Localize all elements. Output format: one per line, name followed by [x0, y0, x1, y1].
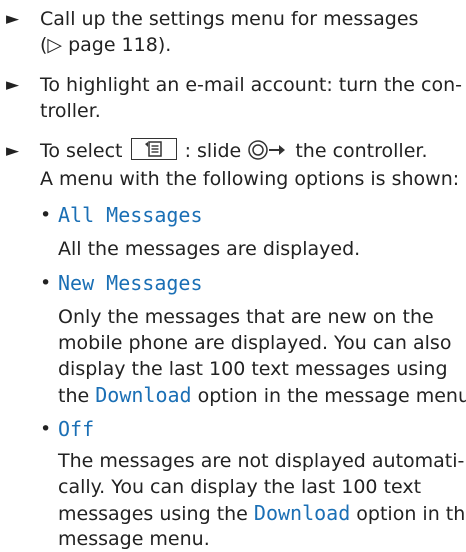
- message-list-key-icon: [130, 138, 177, 160]
- option-bullet: •: [40, 418, 52, 440]
- option-bullet: •: [40, 204, 52, 226]
- option-bullet: •: [40, 272, 52, 294]
- step-text: (▷ page 118).: [40, 34, 172, 56]
- step-text: To highlight an e-mail account: turn the…: [40, 74, 463, 96]
- controller-slide-right-icon: [248, 140, 286, 160]
- option-description: All the messages are displayed.: [58, 238, 361, 260]
- step-arrow-icon: ►: [6, 141, 20, 161]
- step-text: A menu with the following options is sho…: [40, 168, 460, 190]
- step-text-pre: To select: [40, 140, 123, 162]
- manual-page: ► Call up the settings menu for messages…: [0, 0, 466, 550]
- option-description: The messages are not displayed automati-: [58, 450, 465, 472]
- option-description: cally. You can display the last 100 text: [58, 476, 422, 498]
- step-arrow-icon: ►: [6, 9, 20, 29]
- desc-text: the: [58, 385, 90, 407]
- option-description: display the last 100 text messages using: [58, 358, 448, 380]
- option-description: Only the messages that are new on the: [58, 306, 434, 328]
- option-name: All Messages: [58, 203, 203, 227]
- option-name: New Messages: [58, 271, 203, 295]
- option-description: message menu.: [58, 528, 210, 550]
- step-text: troller.: [40, 100, 101, 122]
- step-text-mid: : slide: [184, 140, 242, 162]
- option-description: the Download option in the message menu.: [58, 382, 466, 409]
- download-option-label: Download: [253, 501, 351, 525]
- download-option-label: Download: [95, 383, 192, 407]
- option-name: Off: [58, 417, 95, 441]
- step-text-post: the controller.: [295, 140, 428, 162]
- step-text: To select : slide the controller.: [40, 138, 428, 164]
- desc-text: option in the: [356, 503, 466, 525]
- step-text: Call up the settings menu for messages: [40, 8, 419, 30]
- option-description: mobile phone are displayed. You can also: [58, 332, 452, 354]
- option-description: messages using the Download option in th…: [58, 500, 466, 527]
- step-arrow-icon: ►: [6, 75, 20, 95]
- desc-text: option in the message menu.: [197, 385, 466, 407]
- desc-text: messages using the: [58, 503, 248, 525]
